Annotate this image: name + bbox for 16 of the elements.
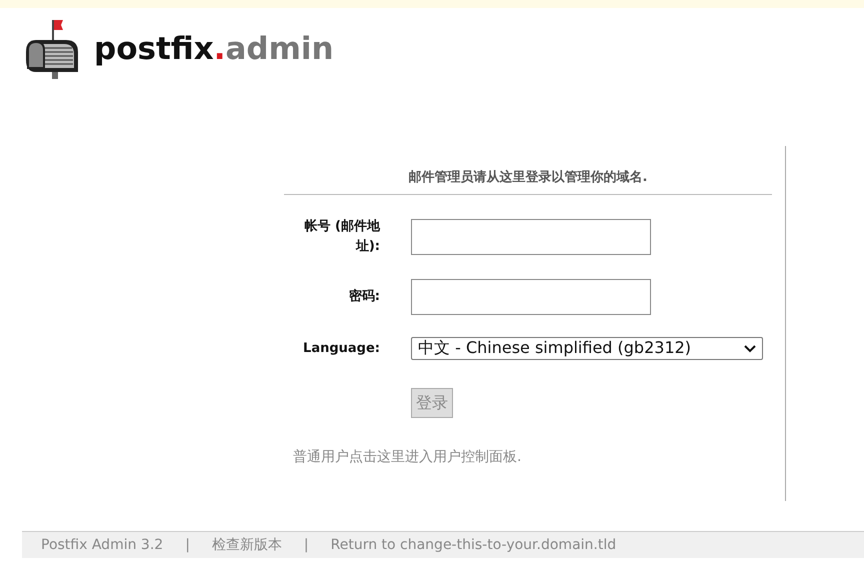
logo-wordmark: postfix.admin: [94, 31, 334, 67]
chevron-icon: [744, 344, 756, 352]
email-field[interactable]: [411, 219, 651, 255]
language-select[interactable]: 中文 - Chinese simplified (gb2312): [411, 337, 763, 360]
field-label: Language:: [302, 340, 380, 358]
footer-link[interactable]: Return to change-this-to-your.domain.tld: [330, 537, 616, 553]
footer-link[interactable]: Postfix Admin 3.2: [41, 537, 164, 553]
password-field[interactable]: [411, 279, 651, 315]
separator: |: [185, 537, 190, 553]
login-heading: 邮件管理员请从这里登录以管理你的域名.: [284, 146, 772, 195]
field-label: 帐号 (邮件地址):: [304, 218, 380, 256]
login-button[interactable]: 登录: [411, 388, 453, 418]
field-label: 密码:: [348, 288, 380, 306]
user-panel-link[interactable]: 普通用户点击这里进入用户控制面板.: [293, 448, 522, 466]
footer-link[interactable]: 检查新版本: [212, 536, 282, 554]
separator: |: [304, 537, 309, 553]
